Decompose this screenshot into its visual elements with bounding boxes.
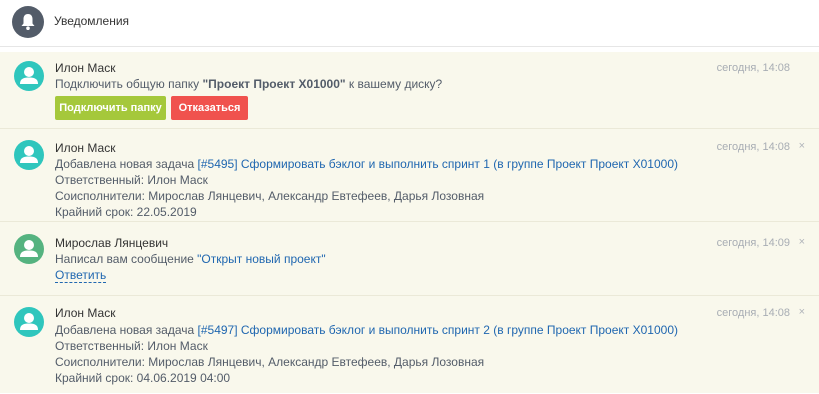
connect-folder-button[interactable]: Подключить папку [55,96,166,120]
avatar [14,234,44,264]
notification-author[interactable]: Мирослав Лянцевич [55,236,168,250]
decline-button[interactable]: Отказаться [171,96,248,120]
notification-text: Написал вам сообщение "Открыт новый прое… [55,252,326,266]
task-deadline: Крайний срок: 22.05.2019 [55,205,197,219]
folder-name: "Проект Проект X01000" [202,77,346,91]
page-title: Уведомления [54,14,130,28]
avatar [14,307,44,337]
task-deadline: Крайний срок: 04.06.2019 04:00 [55,371,231,385]
notification-item-message: Мирослав Лянцевич сегодня, 14:09 × Напис… [0,221,819,296]
notification-time: сегодня, 14:09 [716,237,790,249]
notification-author[interactable]: Илон Маск [55,141,115,155]
task-responsible: Ответственный: Илон Маск [55,339,208,353]
notification-text: Подключить общую папку "Проект Проект X0… [55,77,442,91]
user-icon [20,313,38,330]
notification-time: сегодня, 14:08 [716,62,790,74]
reply-button[interactable]: Ответить [55,269,107,283]
user-icon [20,146,38,163]
avatar [14,140,44,170]
task-link[interactable]: [#5495] Сформировать бэклог и выполнить … [198,157,678,171]
task-responsible: Ответственный: Илон Маск [55,173,208,187]
notification-list: Илон Маск сегодня, 14:08 Подключить общу… [0,52,819,393]
task-link[interactable]: [#5497] Сформировать бэклог и выполнить … [198,323,678,337]
notification-author[interactable]: Илон Маск [55,306,115,320]
task-coexecutors: Соисполнители: Мирослав Лянцевич, Алекса… [55,355,485,369]
notification-text-prefix: Добавлена новая задача [55,157,198,171]
notifications-header: Уведомления [0,0,819,47]
close-icon[interactable]: × [799,236,805,248]
task-coexecutors: Соисполнители: Мирослав Лянцевич, Алекса… [55,189,485,203]
bell-icon [12,6,44,38]
notification-item-folder-invite: Илон Маск сегодня, 14:08 Подключить общу… [0,52,819,128]
notification-text-suffix: к вашему диску? [345,77,443,91]
message-link[interactable]: "Открыт новый проект" [197,252,325,266]
notification-time: сегодня, 14:08 [716,141,790,153]
user-icon [20,240,38,257]
notification-text: Добавлена новая задача [#5495] Сформиров… [55,157,678,171]
notification-item-task: Илон Маск сегодня, 14:08 × Добавлена нов… [0,295,819,394]
notification-text-prefix: Добавлена новая задача [55,323,198,337]
notification-author[interactable]: Илон Маск [55,61,115,75]
notification-text-prefix: Написал вам сообщение [55,252,198,266]
notification-text: Добавлена новая задача [#5497] Сформиров… [55,323,678,337]
close-icon[interactable]: × [799,306,805,318]
user-icon [20,67,38,84]
close-icon[interactable]: × [799,140,805,152]
notification-text-prefix: Подключить общую папку [55,77,203,91]
notification-time: сегодня, 14:08 [716,307,790,319]
avatar [14,61,44,91]
notification-item-task: Илон Маск сегодня, 14:08 × Добавлена нов… [0,128,819,222]
